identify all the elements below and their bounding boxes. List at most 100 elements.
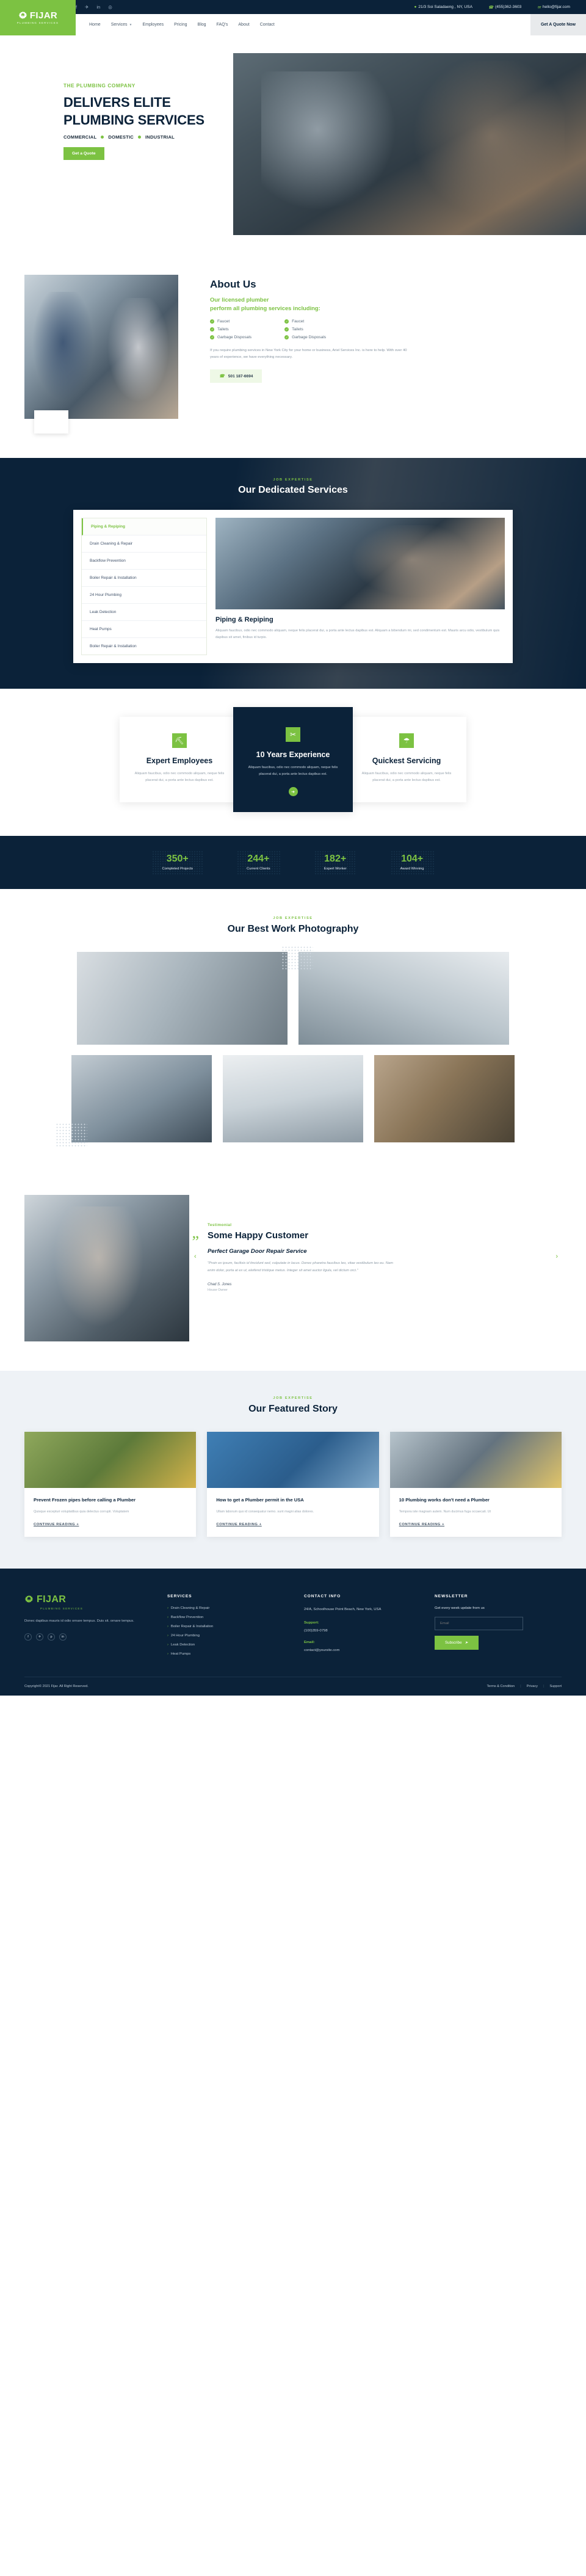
hero-copy: THE PLUMBING COMPANY DELIVERS ELITE PLUM…	[63, 76, 218, 169]
instagram-icon[interactable]: ◎	[108, 5, 112, 10]
blog-card[interactable]: How to get a Plumber permit in the USA U…	[207, 1432, 379, 1537]
gallery-item[interactable]	[281, 946, 509, 1045]
about-section: About Us Our licensed plumber perform al…	[0, 246, 586, 458]
nav-item-blog[interactable]: Blog	[198, 23, 206, 27]
hero-cta-button[interactable]: Get a Quote	[63, 147, 104, 161]
blog-card[interactable]: 10 Plumbing works don't need a Plumber T…	[389, 1432, 562, 1537]
nav-item-home[interactable]: Home	[89, 23, 101, 27]
gallery-item[interactable]	[77, 952, 288, 1045]
feature-card-title: 10 Years Experience	[256, 750, 330, 759]
footer-service-link[interactable]: › Heat Pumps	[167, 1652, 283, 1656]
service-detail-image	[215, 518, 505, 609]
testimonial-section: ” ‹ › Testimonial Some Happy Customer Pe…	[0, 1173, 586, 1371]
about-feature-item: ✓ Tailets	[210, 327, 229, 332]
chevron-right-icon: ›	[167, 1642, 168, 1647]
nav-item-services[interactable]: Services ▼	[111, 23, 132, 27]
envelope-icon: ✉	[537, 5, 541, 10]
gallery-item[interactable]	[56, 1055, 212, 1148]
facebook-icon[interactable]: f	[24, 1633, 32, 1641]
footer-service-link[interactable]: › 24 Hour Plumbing	[167, 1634, 283, 1638]
nav-item-pricing[interactable]: Pricing	[174, 23, 187, 27]
twitter-icon[interactable]: ✈	[85, 5, 89, 10]
linkedin-icon[interactable]: in	[96, 5, 100, 10]
testimonial-next-button[interactable]: ›	[555, 1253, 558, 1260]
twitter-icon[interactable]: ✈	[36, 1633, 43, 1641]
blog-card-read-more[interactable]: CONTINUE READING +	[399, 1523, 552, 1526]
linkedin-icon[interactable]: in	[59, 1633, 67, 1641]
service-tab-boiler-repair[interactable]: Boiler Repair & Installation	[82, 570, 206, 587]
service-detail-panel: Piping & Repiping Aliquam faucibus, odio…	[215, 518, 505, 655]
check-circle-icon: ✓	[284, 319, 289, 324]
footer-brand-column: FIJAR PLUMBING SERVICES Donec dapibus ma…	[24, 1594, 146, 1656]
blog-card-title: Prevent Frozen pipes before calling a Pl…	[34, 1497, 136, 1503]
stat-label: Expert Worker	[324, 867, 347, 871]
chevron-down-icon: ▼	[129, 23, 132, 27]
testimonial-prev-button[interactable]: ‹	[194, 1253, 197, 1260]
gallery-eyebrow: JOB EXPERTISE	[273, 916, 313, 921]
footer-link-support[interactable]: Support	[549, 1685, 562, 1688]
quote-icon: ”	[192, 1233, 199, 1251]
about-image	[24, 275, 178, 419]
service-tab-leak-detection[interactable]: Leak Detection	[82, 604, 206, 621]
newsletter-email-input[interactable]	[435, 1616, 523, 1630]
newsletter-subscribe-button[interactable]: Subscribe ➤	[435, 1635, 479, 1650]
service-tab-backflow-prevention[interactable]: Backflow Prevention	[82, 553, 206, 570]
stat-expert-worker: 182+ Expert Worker	[314, 851, 356, 875]
nav-item-employees[interactable]: Employees	[142, 23, 164, 27]
nav-item-faqs[interactable]: FAQ's	[217, 23, 228, 27]
email-item[interactable]: ✉ hello@fijar.com	[537, 5, 570, 10]
about-feature-item: ✓ Garbage Disposals	[210, 335, 252, 340]
footer-link-terms[interactable]: Terms & Condition	[487, 1685, 515, 1688]
service-tab-drain-cleaning[interactable]: Drain Cleaning & Repair	[82, 535, 206, 553]
footer-email[interactable]: contact@yoursite.com	[304, 1649, 414, 1652]
testimonial-eyebrow: Testimonial	[208, 1223, 232, 1228]
gallery-item[interactable]	[223, 1055, 363, 1143]
gallery-item[interactable]	[374, 1055, 515, 1143]
feature-card-title: Quickest Servicing	[372, 756, 441, 765]
blog-card-read-more[interactable]: CONTINUE READING +	[34, 1523, 187, 1526]
stat-number: 350+	[166, 854, 189, 865]
feature-card-arrow-button[interactable]: ➜	[288, 787, 298, 797]
service-tab-24-hour-plumbing[interactable]: 24 Hour Plumbing	[82, 587, 206, 604]
chevron-right-icon: ›	[167, 1633, 168, 1638]
site-logo[interactable]: FIJAR PLUMBING SERVICES	[0, 0, 76, 35]
footer-link-privacy[interactable]: Privacy	[527, 1685, 538, 1688]
get-quote-button[interactable]: Get A Quote Now	[530, 14, 586, 35]
footer-service-link[interactable]: › Boiler Repair & Installation	[167, 1625, 283, 1628]
divider: |	[543, 1684, 544, 1688]
stat-current-clients: 244+ Current Clients	[237, 851, 280, 875]
phone-item[interactable]: ☎ (455)362-3603	[488, 5, 521, 10]
nav-item-about[interactable]: About	[238, 23, 249, 27]
nav-item-contact[interactable]: Contact	[260, 23, 275, 27]
footer-service-link[interactable]: › Drain Cleaning & Repair	[167, 1606, 283, 1610]
blog-card[interactable]: Prevent Frozen pipes before calling a Pl…	[24, 1432, 197, 1537]
footer-contact-heading: CONTACT INFO	[304, 1594, 341, 1598]
water-drop-icon: ☂	[399, 733, 414, 748]
stat-completed-projects: 350+ Completed Projects	[152, 851, 203, 875]
blog-section: JOB EXPERTISE Our Featured Story Prevent…	[0, 1371, 586, 1569]
testimonial-heading: Some Happy Customer	[208, 1230, 309, 1241]
service-tab-heat-pumps[interactable]: Heat Pumps	[82, 621, 206, 638]
services-card: Piping & Repiping Drain Cleaning & Repai…	[73, 510, 513, 663]
footer-newsletter-column: NEWSLETTER Get every week update from us…	[435, 1594, 562, 1656]
footer-support-phone[interactable]: (100)359-0798	[304, 1629, 414, 1633]
blog-card-read-more[interactable]: CONTINUE READING +	[216, 1523, 369, 1526]
service-tab-piping-repiping[interactable]: Piping & Repiping	[82, 518, 206, 535]
testimonial-image	[24, 1195, 189, 1342]
chevron-right-icon: ›	[167, 1624, 168, 1628]
testimonial-quote: "Proin ex ipsum, facilisis id tincidunt …	[208, 1261, 393, 1272]
check-circle-icon: ✓	[210, 335, 214, 340]
footer-newsletter-text: Get every week update from us	[435, 1606, 485, 1610]
footer-email-label: Email:	[304, 1640, 315, 1644]
chevron-right-icon: ›	[167, 1652, 168, 1656]
service-tab-boiler-repair-2[interactable]: Boiler Repair & Installation	[82, 638, 206, 655]
stat-award-winning: 104+ Award Winning	[390, 851, 434, 875]
pinterest-icon[interactable]: p	[48, 1633, 55, 1641]
about-phone-button[interactable]: ☎ 501 187-6694	[210, 369, 262, 383]
footer-service-link[interactable]: › Leak Detection	[167, 1643, 283, 1647]
facebook-icon[interactable]: f	[76, 5, 77, 10]
logo-tagline: PLUMBING SERVICES	[16, 21, 59, 24]
footer-service-link[interactable]: › Backflow Prevention	[167, 1616, 283, 1619]
footer-address: 24/A, Schoolhouse Point Beach, New York,…	[304, 1607, 382, 1611]
services-section: JOB EXPERTISE Our Dedicated Services Pip…	[0, 458, 586, 689]
